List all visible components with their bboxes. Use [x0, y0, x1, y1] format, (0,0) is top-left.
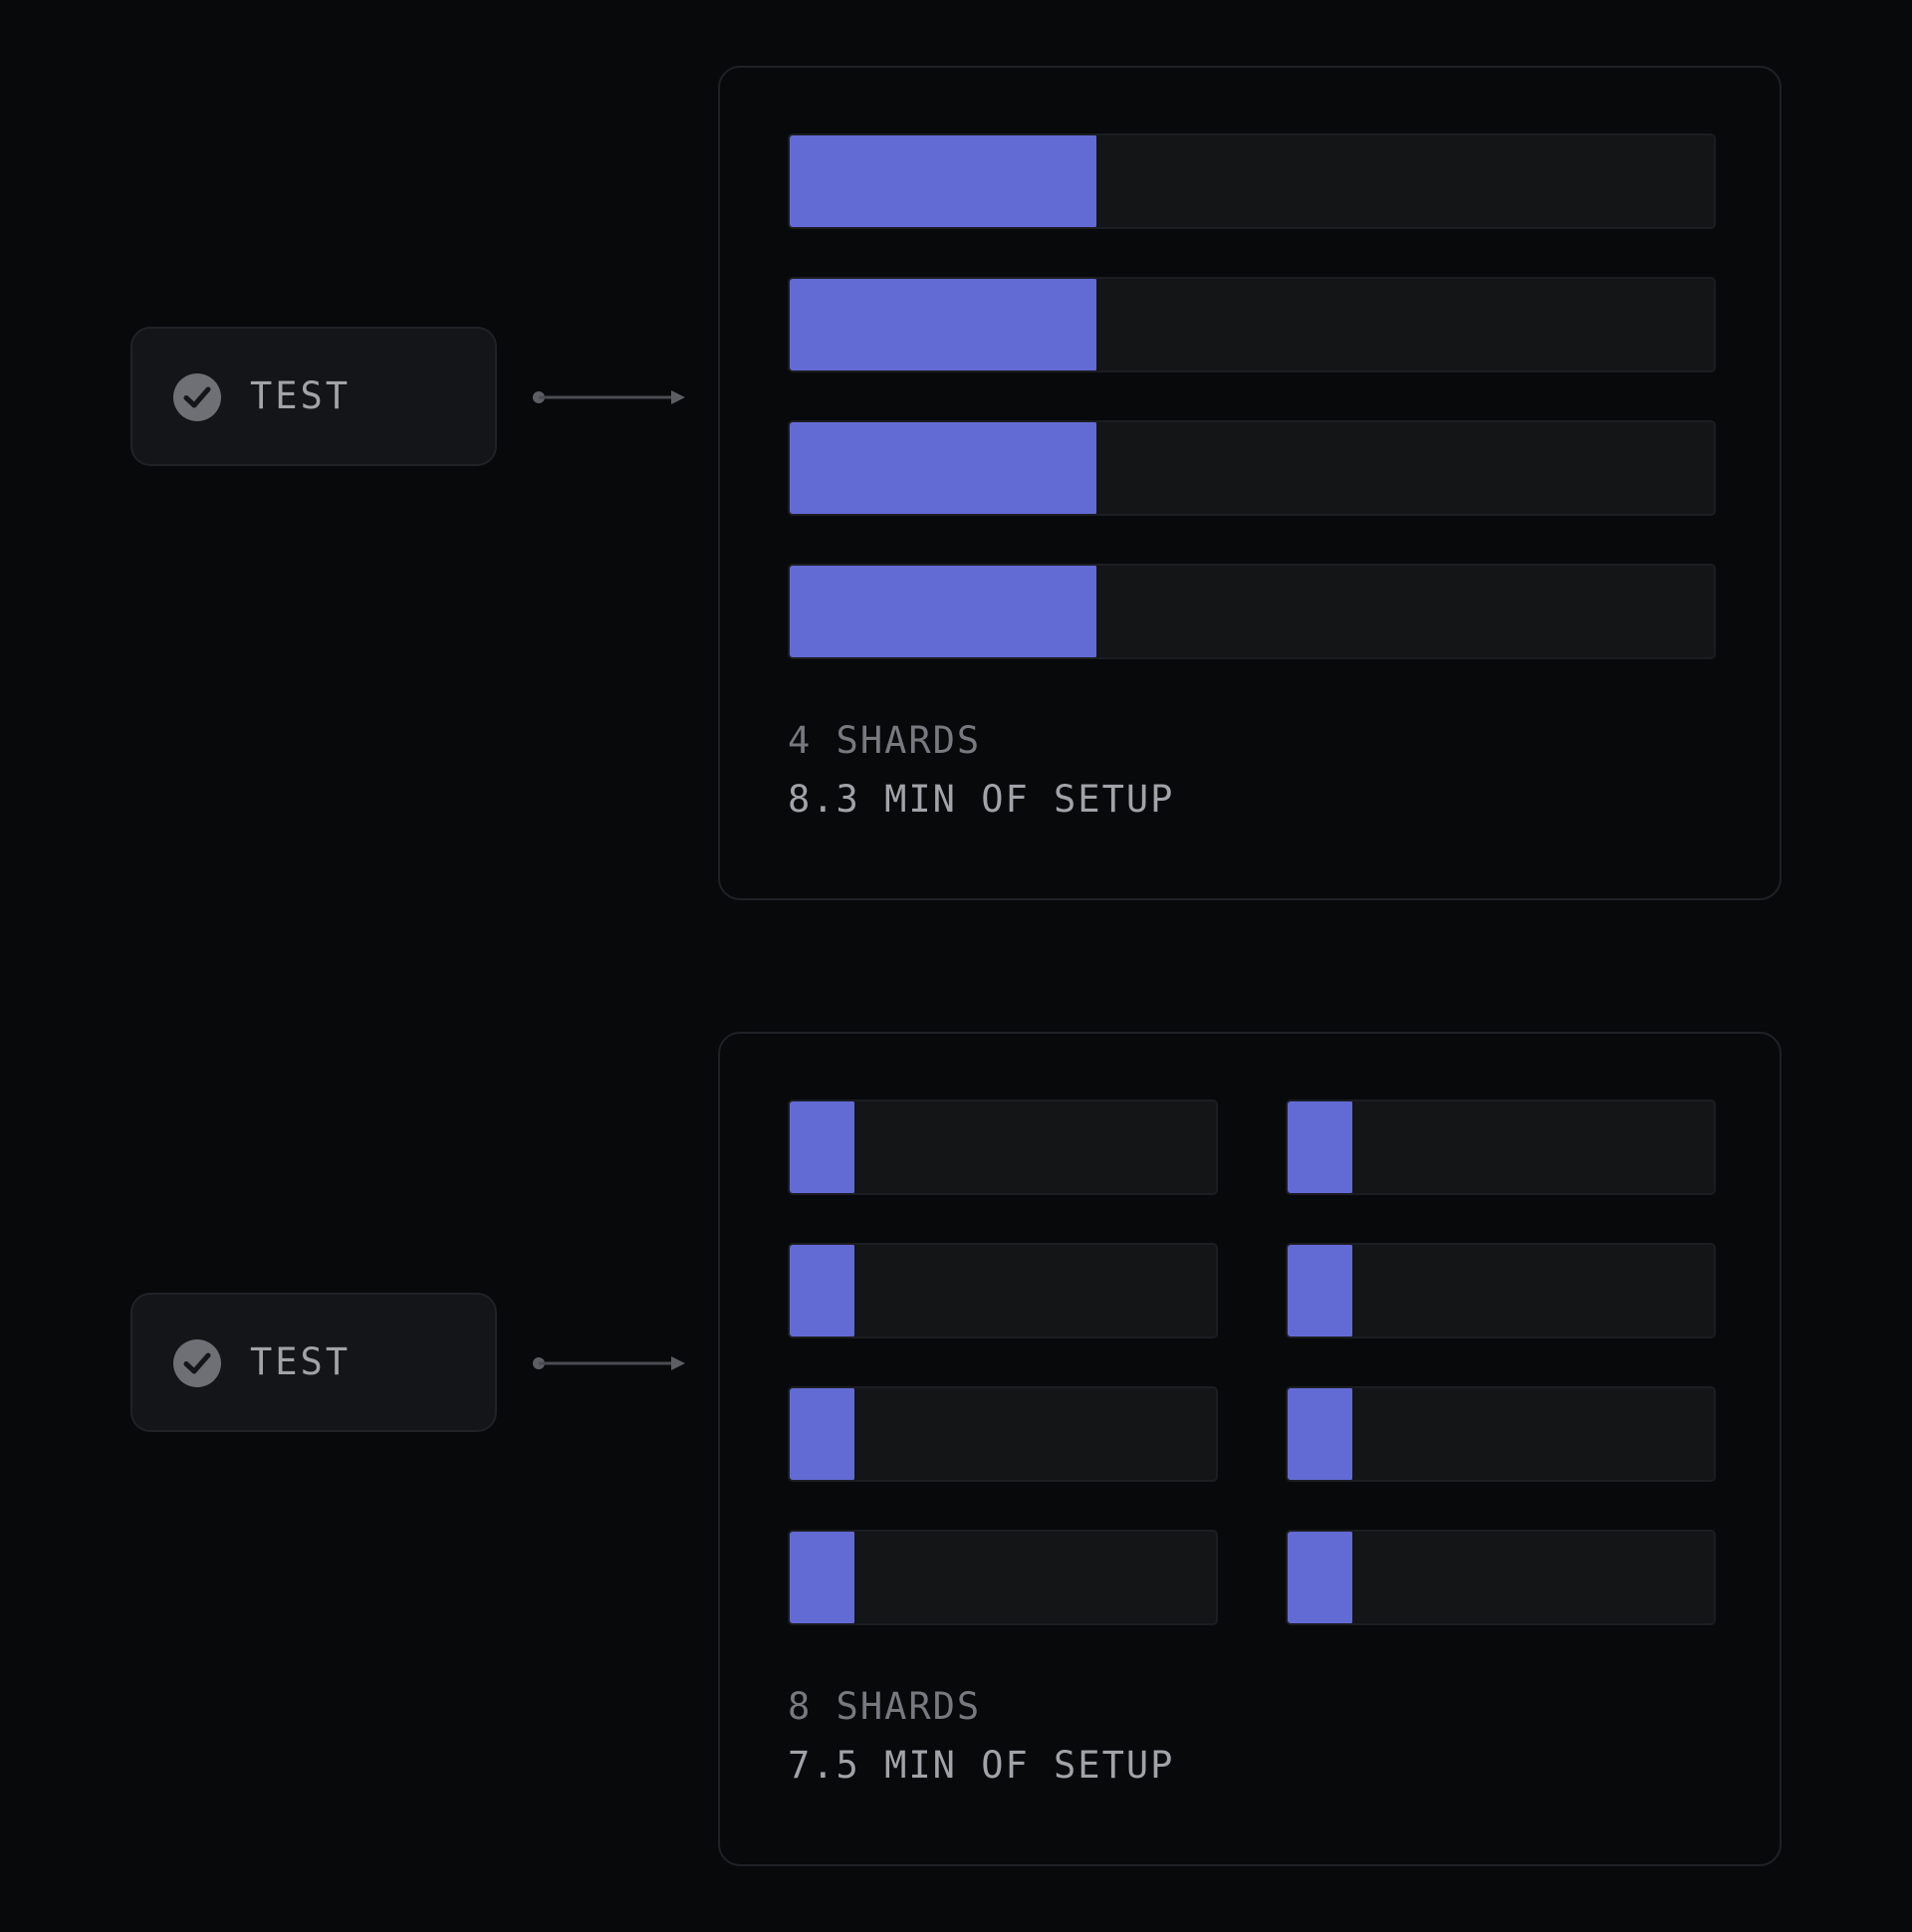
shards-panel: 4 SHARDS 8.3 MIN OF SETUP	[718, 66, 1782, 900]
shard-progress-fill	[790, 1101, 854, 1193]
check-circle-icon	[173, 373, 221, 421]
shard-progress-fill	[790, 422, 1096, 514]
shard-track	[1286, 1243, 1716, 1338]
shard-track	[1286, 1386, 1716, 1482]
test-node[interactable]: TEST	[130, 1293, 497, 1432]
shard-track	[788, 1099, 1218, 1195]
shard-track	[1286, 1099, 1716, 1195]
shard-progress-fill	[1288, 1101, 1352, 1193]
shard-progress-fill	[1288, 1532, 1352, 1623]
shards-count-label: 8 SHARDS	[788, 1685, 982, 1728]
shard-progress-fill	[790, 135, 1096, 227]
shard-progress-fill	[790, 1532, 854, 1623]
shard-progress-fill	[790, 1388, 854, 1480]
shard-progress-fill	[790, 1245, 854, 1336]
test-node[interactable]: TEST	[130, 327, 497, 466]
test-label: TEST	[250, 374, 352, 417]
setup-time-label: 7.5 MIN OF SETUP	[788, 1744, 1175, 1787]
setup-time-label: 8.3 MIN OF SETUP	[788, 778, 1175, 821]
shard-track	[788, 1243, 1218, 1338]
test-label: TEST	[250, 1340, 352, 1383]
check-circle-icon	[173, 1339, 221, 1387]
shard-track	[788, 1386, 1218, 1482]
shard-track	[788, 564, 1716, 659]
shard-progress-fill	[1288, 1245, 1352, 1336]
arrow-connector	[533, 1356, 685, 1370]
shard-track	[788, 420, 1716, 516]
shard-progress-fill	[790, 566, 1096, 657]
shard-progress-fill	[790, 279, 1096, 370]
shards-count-label: 4 SHARDS	[788, 719, 982, 762]
shard-track	[788, 133, 1716, 229]
shard-track	[788, 1530, 1218, 1625]
shard-track	[1286, 1530, 1716, 1625]
shard-track	[788, 277, 1716, 372]
shards-panel: 8 SHARDS 7.5 MIN OF SETUP	[718, 1032, 1782, 1866]
arrow-connector	[533, 390, 685, 404]
shard-progress-fill	[1288, 1388, 1352, 1480]
